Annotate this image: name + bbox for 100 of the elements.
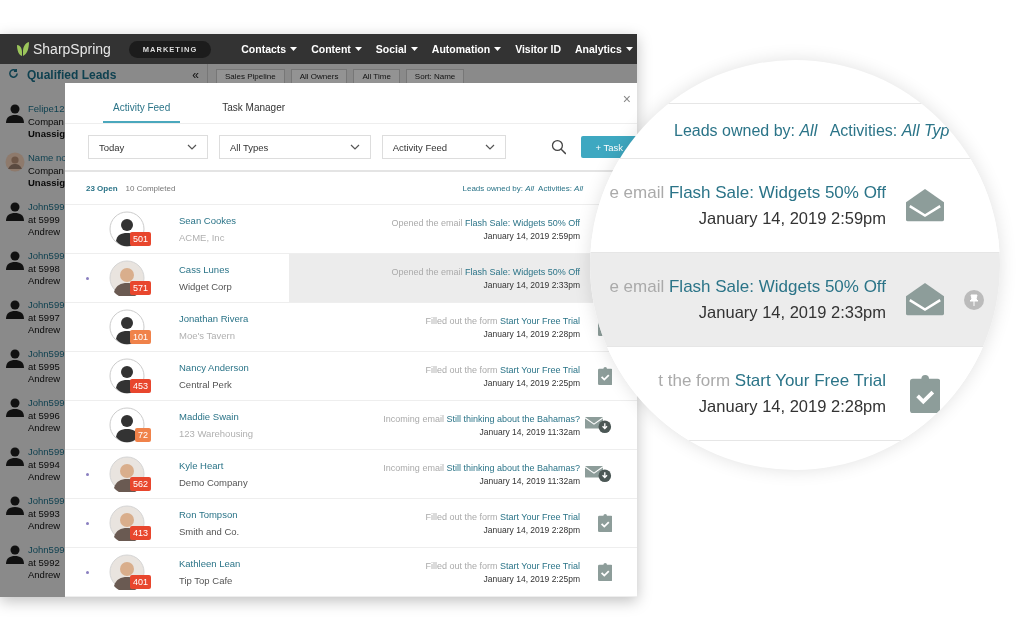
activity-text: Filled out the form Start Your Free Trial (425, 315, 580, 326)
score-badge: 501 (129, 232, 151, 246)
person-icon (5, 397, 25, 417)
caret-icon (494, 47, 502, 51)
contact-name[interactable]: Nancy Anderson (179, 362, 289, 373)
nav-menu-item[interactable]: Contacts (241, 43, 298, 55)
lead-name[interactable]: John599 (28, 397, 65, 410)
score-badge: 413 (129, 526, 151, 540)
person-icon (5, 446, 25, 466)
envelope-download-icon (585, 465, 612, 483)
company-name: ACME, Inc (179, 232, 226, 243)
contact-name[interactable]: Ron Tompson (179, 509, 289, 520)
filter-select[interactable]: Today (88, 135, 208, 159)
lead-name[interactable]: John599 (28, 446, 65, 459)
activity-date: January 14, 2019 2:28pm (698, 397, 886, 416)
lead-owner: Andrew (28, 422, 62, 435)
score-badge: 453 (129, 379, 151, 393)
filter-select[interactable]: All Types (219, 135, 371, 159)
activity-text: Incoming email Still thinking about the Bahamas? (383, 413, 580, 424)
nav-menu-item[interactable]: Visitor ID (515, 43, 562, 55)
contact-name[interactable]: Kathleen Lean (179, 558, 289, 569)
activity-date: January 14, 2019 2:59pm (698, 209, 886, 228)
score-badge: 571 (129, 281, 151, 295)
lead-detail: Compan (28, 115, 65, 128)
person-icon (5, 103, 25, 123)
contact-name[interactable]: Cass Lunes (179, 264, 289, 275)
caret-icon (354, 47, 362, 51)
filter-dropdown[interactable]: Sales Pipeline (216, 68, 285, 84)
activity-row[interactable]: e email Flash Sale: Widgets 50% Off January 14, 2019 2:59pm (590, 159, 1000, 253)
activity-date: January 14, 2019 11:32am (479, 426, 580, 437)
lead-owner: Andrew (28, 471, 62, 484)
contact-name[interactable]: Maddie Swain (179, 411, 289, 422)
dialog-tab[interactable]: Activity Feed (103, 102, 181, 123)
filter-select[interactable]: Activity Feed (381, 135, 506, 159)
person-icon (5, 201, 25, 221)
lead-owner: Unassig (28, 177, 66, 190)
activity-date: January 14, 2019 2:59pm (483, 230, 580, 241)
owner-filter-text: Leads owned by: All Activities: All (462, 183, 583, 193)
lead-detail: at 5995 (28, 360, 61, 373)
lead-detail: at 5997 (28, 311, 61, 324)
lead-owner: Andrew (28, 275, 62, 288)
contact-name[interactable]: Kyle Heart (179, 460, 289, 471)
company-name: Central Perk (179, 379, 233, 390)
lead-detail: at 5999 (28, 213, 61, 226)
activity-date: January 14, 2019 2:28pm (483, 524, 580, 535)
filter-dropdown[interactable]: Sort: Name (405, 68, 465, 84)
score-badge: 562 (129, 477, 151, 491)
lead-owner: Andrew (28, 324, 62, 337)
nav-menu-item[interactable]: Automation (431, 43, 502, 55)
lead-owner: Unassig (28, 128, 65, 141)
lead-detail: at 5998 (28, 262, 61, 275)
lead-name[interactable]: John599 (28, 348, 65, 361)
activity-date: January 14, 2019 2:25pm (483, 573, 580, 584)
chevron-icon (349, 144, 360, 150)
score-badge: 401 (129, 575, 151, 589)
lead-name[interactable]: John599 (28, 250, 65, 263)
nav-menu-item[interactable]: Social (375, 43, 418, 55)
company-name: Tip Top Cafe (179, 575, 234, 586)
brand-name: SharpSpring (33, 41, 111, 57)
lead-name[interactable]: Felipe12 (28, 103, 65, 116)
activity-date: January 14, 2019 2:25pm (483, 377, 580, 388)
nav-menu-item[interactable]: Content (311, 43, 362, 55)
filter-dropdown[interactable]: All Owners (290, 68, 348, 84)
envelope-download-icon (585, 416, 612, 434)
person-icon (5, 544, 25, 564)
activity-text: Opened the email Flash Sale: Widgets 50% Off (391, 217, 580, 228)
pin-icon[interactable] (964, 289, 984, 310)
caret-icon (290, 47, 298, 51)
open-envelope-icon (906, 189, 944, 222)
lead-owner: Andrew (28, 569, 62, 582)
completed-count[interactable]: 10 Completed (125, 183, 455, 193)
contact-name[interactable]: Sean Cookes (179, 215, 289, 226)
person-icon (5, 299, 25, 319)
lead-owner: Andrew (28, 226, 62, 239)
person-icon (5, 495, 25, 515)
company-name: Demo Company (179, 477, 249, 488)
activity-text: e email Flash Sale: Widgets 50% Off (609, 183, 886, 203)
nav-menu-item[interactable]: Analytics (575, 43, 633, 55)
activity-date: January 14, 2019 11:32am (479, 475, 580, 486)
lead-name[interactable]: John599 (28, 299, 65, 312)
person-icon (5, 250, 25, 270)
lead-name[interactable]: John599 (28, 544, 65, 557)
lead-name[interactable]: John599 (28, 495, 65, 508)
dialog-tab[interactable]: Task Manager (212, 102, 296, 123)
lead-detail: at 5996 (28, 409, 61, 422)
lead-name[interactable]: John599 (28, 201, 65, 214)
activity-date: January 14, 2019 2:28pm (483, 328, 580, 339)
search-icon[interactable] (550, 139, 567, 155)
company-name: Moe's Tavern (179, 330, 237, 341)
activity-text: t the form Start Your Free Trial (658, 371, 886, 391)
activity-text: e email Flash Sale: Widgets 50% Off (609, 277, 886, 297)
open-count[interactable]: 23 Open (86, 183, 118, 193)
lead-owner: Andrew (28, 520, 62, 533)
lead-detail: Compan (28, 164, 65, 177)
refresh-icon[interactable] (8, 68, 19, 79)
activity-text: Filled out the form Start Your Free Trial (425, 560, 580, 571)
contact-name[interactable]: Jonathan Rivera (179, 313, 289, 324)
filter-dropdown[interactable]: All Time (353, 68, 400, 84)
collapse-toggle[interactable]: « (192, 68, 199, 82)
activity-text: Filled out the form Start Your Free Trial (425, 511, 580, 522)
